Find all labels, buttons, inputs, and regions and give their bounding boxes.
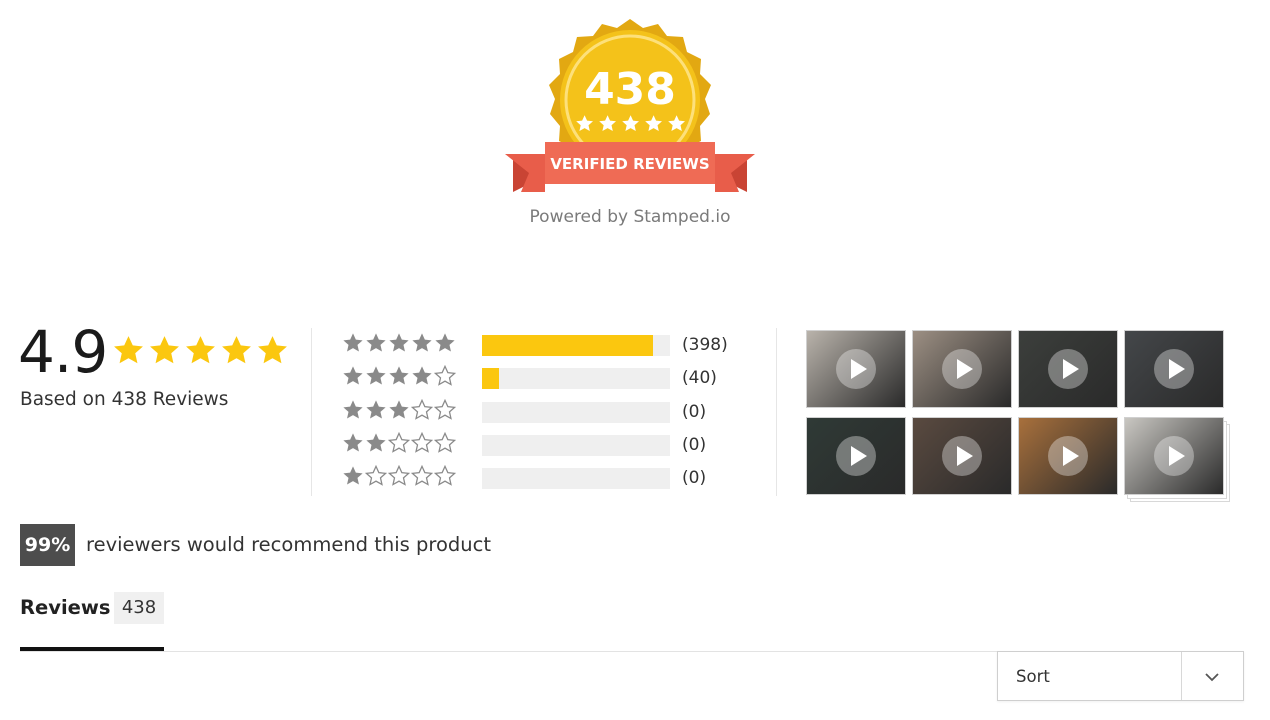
- divider: [776, 328, 777, 496]
- star-filled-icon: [366, 433, 386, 452]
- star-filled-icon: [389, 333, 409, 352]
- play-icon: [1154, 349, 1194, 389]
- star-filled-icon: [435, 333, 455, 352]
- media-video-thumbnail[interactable]: [1124, 417, 1224, 495]
- play-icon: [1048, 436, 1088, 476]
- star-filled-icon: [412, 366, 432, 385]
- star-filled-icon: [258, 336, 287, 364]
- star-filled-icon: [343, 366, 363, 385]
- star-filled-icon: [343, 466, 363, 485]
- star-filled-icon: [389, 366, 409, 385]
- histogram-row-stars: [342, 398, 456, 421]
- based-on-reviews: Based on 438 Reviews: [20, 389, 229, 410]
- media-photo-thumbnail[interactable]: [1018, 417, 1118, 495]
- badge-count: 438: [584, 64, 676, 115]
- sort-separator: [1181, 652, 1182, 700]
- histogram-bar-track: [482, 401, 670, 423]
- star-filled-icon: [389, 399, 409, 419]
- recommend-percent-badge: 99%: [20, 524, 75, 566]
- media-video-thumbnail[interactable]: [1124, 330, 1224, 408]
- tab-reviews-count: 438: [114, 592, 164, 624]
- tab-reviews-label: Reviews: [20, 596, 111, 619]
- histogram-bar-track: [482, 368, 670, 390]
- star-filled-icon: [222, 336, 251, 364]
- play-icon: [836, 349, 876, 389]
- play-icon: [942, 349, 982, 389]
- star-filled-icon: [412, 333, 432, 352]
- recommend-text: reviewers would recommend this product: [86, 533, 492, 556]
- histogram-count: (40): [682, 368, 717, 389]
- sort-select[interactable]: Sort: [997, 651, 1244, 701]
- histogram-row-stars: [342, 465, 456, 487]
- play-icon: [836, 436, 876, 476]
- star-empty-icon: [434, 398, 456, 420]
- histogram-bar-track: [482, 335, 670, 356]
- badge-ribbon-text: VERIFIED REVIEWS: [550, 155, 709, 173]
- star-filled-icon: [343, 399, 363, 419]
- average-rating-stars: [112, 334, 289, 367]
- star-filled-icon: [150, 336, 179, 364]
- star-empty-icon: [388, 465, 410, 486]
- histogram-row-3-star[interactable]: (0): [342, 398, 742, 423]
- histogram-bar-fill: [482, 368, 500, 390]
- average-rating: 4.9: [18, 318, 108, 386]
- play-icon: [1154, 436, 1194, 476]
- star-empty-icon: [411, 465, 433, 486]
- sort-select-label: Sort: [1016, 667, 1050, 686]
- histogram-bar-fill: [482, 335, 653, 356]
- divider: [311, 328, 312, 496]
- star-empty-icon: [434, 365, 456, 387]
- star-filled-icon: [343, 433, 363, 452]
- star-empty-icon: [434, 465, 456, 486]
- histogram-count: (398): [682, 335, 728, 355]
- play-icon: [1048, 349, 1088, 389]
- histogram-row-stars: [342, 431, 456, 454]
- histogram-count: (0): [682, 468, 707, 489]
- star-empty-icon: [411, 431, 433, 453]
- play-icon: [942, 436, 982, 476]
- star-empty-icon: [411, 398, 433, 420]
- star-filled-icon: [366, 366, 386, 385]
- star-filled-icon: [366, 399, 386, 419]
- media-video-thumbnail[interactable]: [806, 330, 906, 408]
- histogram-row-2-star[interactable]: (0): [342, 431, 742, 456]
- media-photo-thumbnail[interactable]: [912, 330, 1012, 408]
- histogram-row-1-star[interactable]: (0): [342, 465, 742, 490]
- histogram-row-stars: [342, 365, 456, 387]
- histogram-count: (0): [682, 401, 707, 422]
- media-video-thumbnail[interactable]: [912, 417, 1012, 495]
- star-empty-icon: [434, 431, 456, 453]
- star-filled-icon: [343, 333, 363, 352]
- star-empty-icon: [388, 431, 410, 453]
- tab-reviews[interactable]: Reviews 438: [20, 592, 164, 652]
- media-photo-thumbnail[interactable]: [806, 417, 906, 495]
- histogram-row-stars: [342, 332, 456, 354]
- star-empty-icon: [365, 465, 387, 486]
- powered-by-link[interactable]: Powered by Stamped.io: [480, 207, 780, 227]
- histogram-bar-track: [482, 434, 670, 456]
- star-filled-icon: [186, 336, 215, 364]
- histogram-row-5-star[interactable]: (398): [342, 332, 742, 356]
- media-video-thumbnail[interactable]: [1018, 330, 1118, 408]
- histogram-row-4-star[interactable]: (40): [342, 365, 742, 390]
- histogram-bar-track: [482, 468, 670, 490]
- chevron-down-icon: [1205, 673, 1219, 682]
- star-filled-icon: [114, 336, 143, 364]
- star-filled-icon: [366, 333, 386, 352]
- verified-reviews-badge: 438 VERIFIED REVIEWS: [505, 19, 755, 192]
- histogram-count: (0): [682, 434, 707, 455]
